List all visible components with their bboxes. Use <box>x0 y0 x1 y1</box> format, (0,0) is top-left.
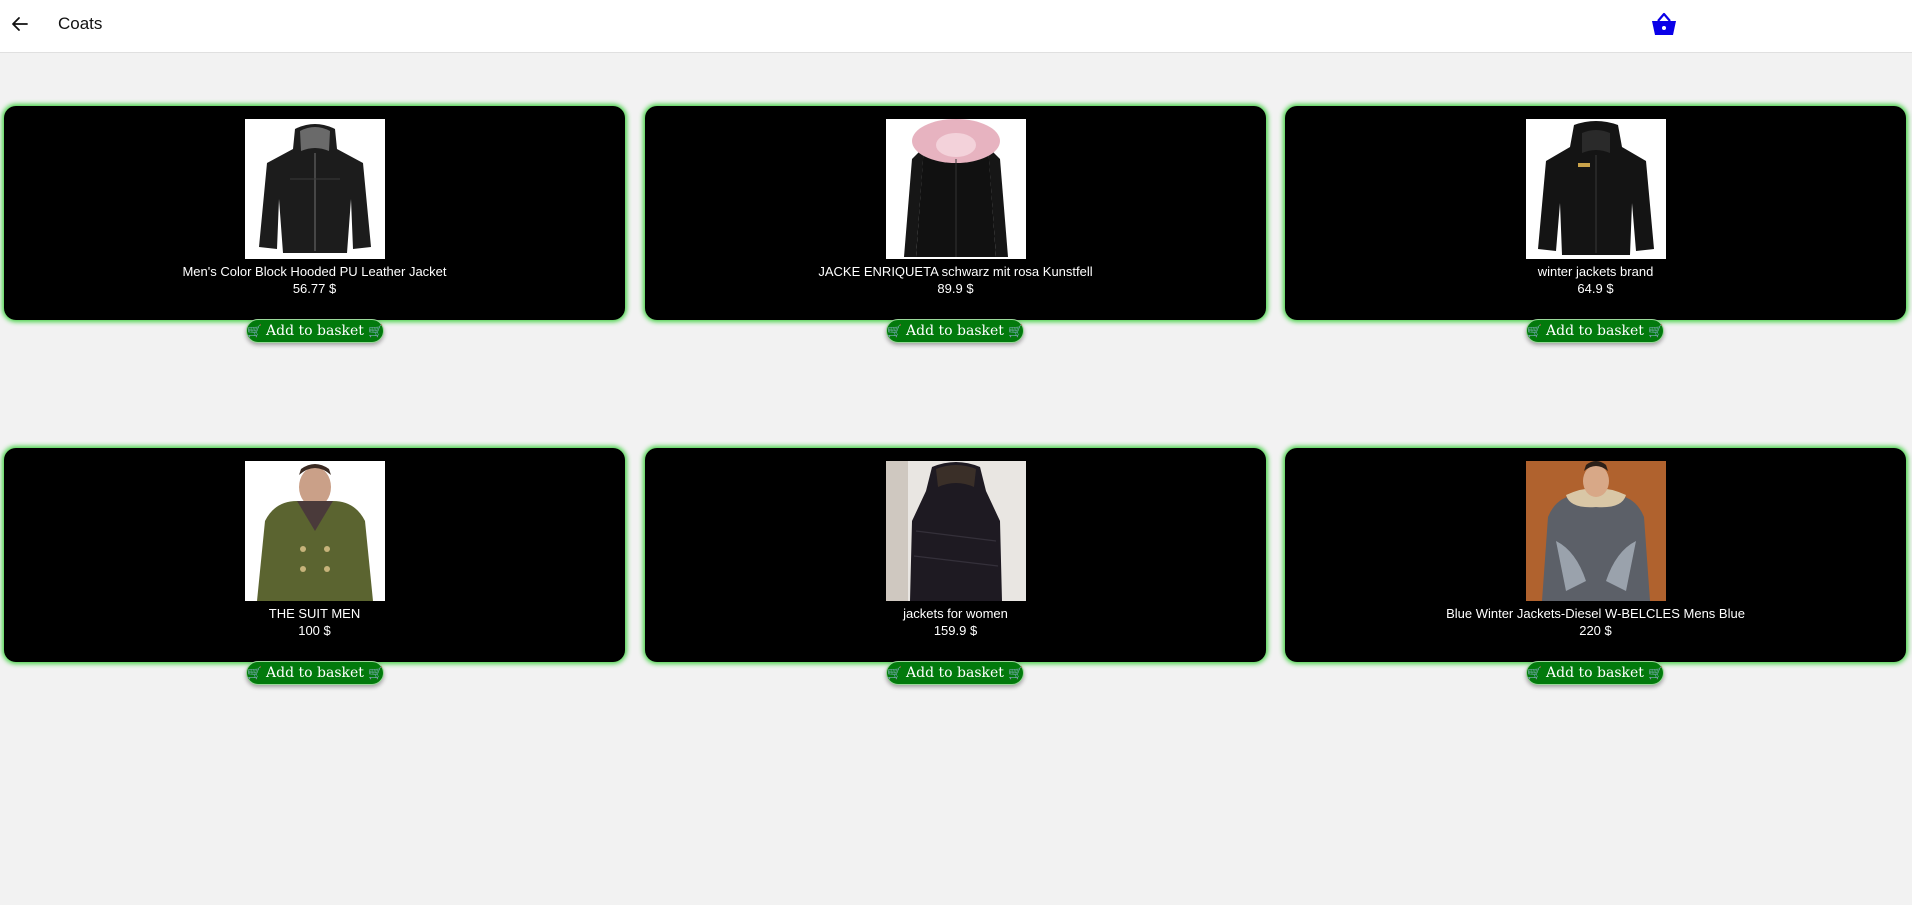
button-label: Add to basket <box>906 323 1004 339</box>
button-label: Add to basket <box>266 665 364 681</box>
product-card: winter jackets brand 64.9 $ <box>1285 106 1906 320</box>
product-card: Blue Winter Jackets-Diesel W-BELCLES Men… <box>1285 448 1906 662</box>
button-label: Add to basket <box>906 665 1004 681</box>
cart-icon: 🛒 <box>367 324 383 338</box>
cart-icon: 🛒 <box>887 324 903 338</box>
back-button[interactable] <box>8 10 32 38</box>
product-image <box>1526 119 1666 259</box>
product-name: THE SUIT MEN <box>268 606 361 621</box>
product-price: 220 $ <box>1579 623 1612 638</box>
product-card: JACKE ENRIQUETA schwarz mit rosa Kunstfe… <box>645 106 1266 320</box>
cart-icon: 🛒 <box>1527 666 1543 680</box>
product-card: THE SUIT MEN 100 $ <box>4 448 625 662</box>
basket-button[interactable] <box>1648 8 1680 40</box>
add-to-basket-button[interactable]: 🛒 Add to basket 🛒 <box>246 319 384 343</box>
app-bar: Coats <box>0 0 1912 53</box>
product-image <box>886 119 1026 259</box>
product-price: 89.9 $ <box>937 281 974 296</box>
cart-icon: 🛒 <box>247 324 263 338</box>
add-to-basket-button[interactable]: 🛒 Add to basket 🛒 <box>1526 661 1664 685</box>
product-card: Men's Color Block Hooded PU Leather Jack… <box>4 106 625 320</box>
product-name: Blue Winter Jackets-Diesel W-BELCLES Men… <box>1446 606 1745 621</box>
product-image <box>886 461 1026 601</box>
cart-icon: 🛒 <box>367 666 383 680</box>
product-image <box>245 461 385 601</box>
add-to-basket-button[interactable]: 🛒 Add to basket 🛒 <box>886 661 1024 685</box>
arrow-left-icon <box>12 17 28 31</box>
cart-icon: 🛒 <box>1007 324 1023 338</box>
product-name: JACKE ENRIQUETA schwarz mit rosa Kunstfe… <box>818 264 1093 279</box>
button-label: Add to basket <box>1546 323 1644 339</box>
product-price: 159.9 $ <box>933 623 978 638</box>
cart-icon: 🛒 <box>1647 666 1663 680</box>
add-to-basket-button[interactable]: 🛒 Add to basket 🛒 <box>886 319 1024 343</box>
button-label: Add to basket <box>266 323 364 339</box>
cart-icon: 🛒 <box>247 666 263 680</box>
product-price: 64.9 $ <box>1577 281 1614 296</box>
cart-icon: 🛒 <box>1527 324 1543 338</box>
add-to-basket-button[interactable]: 🛒 Add to basket 🛒 <box>246 661 384 685</box>
product-price: 56.77 $ <box>292 281 337 296</box>
button-label: Add to basket <box>1546 665 1644 681</box>
product-image <box>1526 461 1666 601</box>
product-name: winter jackets brand <box>1537 264 1654 279</box>
basket-icon <box>1652 12 1676 35</box>
cart-icon: 🛒 <box>1007 666 1023 680</box>
add-to-basket-button[interactable]: 🛒 Add to basket 🛒 <box>1526 319 1664 343</box>
product-name: Men's Color Block Hooded PU Leather Jack… <box>182 264 447 279</box>
product-price: 100 $ <box>298 623 331 638</box>
page-title: Coats <box>58 14 103 33</box>
product-name: jackets for women <box>903 606 1008 621</box>
cart-icon: 🛒 <box>887 666 903 680</box>
product-card: jackets for women 159.9 $ <box>645 448 1266 662</box>
product-image <box>245 119 385 259</box>
cart-icon: 🛒 <box>1647 324 1663 338</box>
